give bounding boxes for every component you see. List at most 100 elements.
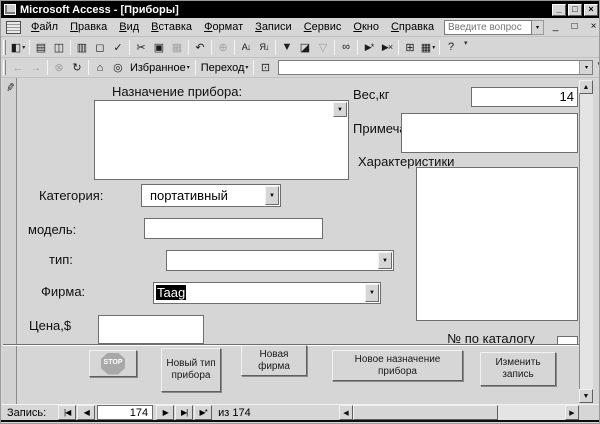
price-label: Цена,$ (29, 318, 71, 333)
form-view-toolbar: ◧▾ ▤ ◫ ▥ ◻ ✓ ✂ ▣ ▦ ↶ ⊕ А↓ Я↓ ▼ ◪ ▽ ∞ ▶* … (1, 37, 600, 58)
doc-close-icon[interactable]: × (586, 21, 600, 34)
purpose-combo[interactable]: ▼ (94, 100, 349, 180)
menu-file[interactable]: Файл (25, 19, 64, 35)
type-label: тип: (49, 252, 73, 267)
stop-sign-icon: STOP (101, 353, 125, 375)
scroll-up-icon[interactable]: ▲ (579, 80, 593, 94)
menu-help[interactable]: Справка (385, 19, 440, 35)
forward-icon: → (27, 59, 45, 76)
stop-button[interactable]: STOP (89, 350, 137, 377)
firm-combo[interactable]: Taag ▼ (153, 282, 381, 304)
show-web-toolbar-icon[interactable]: ⊡ (256, 59, 274, 76)
pencil-icon: ✎ (3, 81, 18, 95)
minimize-icon[interactable]: _ (552, 4, 566, 16)
menu-records[interactable]: Записи (249, 19, 298, 35)
print-icon[interactable]: ▥ (73, 39, 91, 56)
toolbar-grip[interactable] (3, 40, 6, 55)
record-selector-bar[interactable]: ✎ (3, 78, 17, 404)
address-dropdown-icon[interactable]: ▾ (579, 61, 592, 74)
firm-dropdown-icon[interactable]: ▼ (365, 284, 379, 302)
record-count-label: из 174 (212, 407, 251, 419)
type-dropdown-icon[interactable]: ▼ (378, 252, 392, 269)
copy-icon[interactable]: ▣ (150, 39, 168, 56)
delete-record-icon[interactable]: ▶× (378, 39, 396, 56)
filter-by-selection-icon[interactable]: ▼ (278, 39, 296, 56)
toolbar-grip[interactable] (3, 60, 6, 75)
model-field[interactable] (144, 218, 323, 239)
ask-question-input[interactable] (444, 20, 532, 35)
new-purpose-button[interactable]: Новое назначение прибора (332, 350, 463, 381)
sort-descending-icon[interactable]: Я↓ (255, 39, 273, 56)
close-icon[interactable]: × (584, 4, 598, 16)
catalog-label: № по каталогу (421, 331, 561, 344)
last-record-icon[interactable]: ▶| (175, 405, 193, 420)
find-icon[interactable]: ∞ (337, 39, 355, 56)
back-icon: ← (9, 59, 27, 76)
sort-ascending-icon[interactable]: А↓ (237, 39, 255, 56)
doc-restore-icon[interactable]: □ (567, 21, 582, 34)
vertical-scrollbar-track[interactable] (579, 94, 593, 389)
save-icon[interactable]: ▤ (32, 39, 50, 56)
previous-record-icon[interactable]: ◀ (77, 405, 95, 420)
scroll-right-icon[interactable]: ▶ (565, 405, 579, 420)
web-toolbar: ← → ⊗ ↻ ⌂ ◎ Избранное▾ Переход▾ ⊡ ▾ ▾ (1, 58, 600, 78)
new-record-nav-icon[interactable]: ▶* (194, 405, 212, 420)
window-bottom-border (1, 420, 600, 422)
cut-icon[interactable]: ✂ (132, 39, 150, 56)
go-menu[interactable]: Переход▾ (198, 62, 252, 74)
address-combo[interactable]: ▾ (278, 60, 593, 75)
undo-icon[interactable]: ↶ (191, 39, 209, 56)
menu-edit[interactable]: Правка (64, 19, 113, 35)
weight-label: Вес,кг (353, 87, 389, 102)
new-record-icon[interactable]: ▶* (360, 39, 378, 56)
type-combo[interactable]: ▼ (166, 250, 394, 271)
help-icon[interactable]: ? (442, 39, 460, 56)
maximize-icon[interactable]: □ (568, 4, 582, 16)
menu-insert[interactable]: Вставка (145, 19, 198, 35)
form-detail-area: ✎ Назначение прибора: ▼ Вес,кг 14 Примеч… (1, 78, 600, 404)
toolbar-options-icon[interactable]: ▾ (464, 37, 468, 47)
filter-by-form-icon[interactable]: ◪ (296, 39, 314, 56)
firm-label: Фирма: (41, 284, 85, 299)
menu-view[interactable]: Вид (113, 19, 145, 35)
edit-record-button[interactable]: Изменить запись (480, 352, 556, 386)
access-window: Microsoft Access - [Приборы] _ □ × Файл … (0, 0, 600, 424)
doc-minimize-icon[interactable]: _ (548, 21, 563, 34)
new-firm-button[interactable]: Новая фирма (241, 345, 307, 376)
menu-tools[interactable]: Сервис (298, 19, 348, 35)
purpose-label: Назначение прибора: (97, 84, 257, 99)
purpose-dropdown-icon[interactable]: ▼ (333, 102, 347, 117)
view-icon[interactable]: ◧▾ (9, 39, 27, 56)
menu-format[interactable]: Формат (198, 19, 249, 35)
file-search-icon[interactable]: ◫ (50, 39, 68, 56)
record-nav-label: Запись: (1, 407, 50, 419)
database-window-icon[interactable]: ⊞ (401, 39, 419, 56)
horizontal-scrollbar-thumb[interactable] (353, 405, 498, 420)
favorites-menu[interactable]: Избранное▾ (127, 62, 193, 74)
ask-question-dropdown-icon[interactable]: ▾ (532, 20, 544, 35)
apply-filter-icon: ▽ (314, 39, 332, 56)
scroll-down-icon[interactable]: ▼ (579, 389, 593, 403)
access-app-icon (4, 4, 16, 15)
new-object-icon[interactable]: ▦▾ (419, 39, 437, 56)
weight-field[interactable]: 14 (471, 87, 578, 107)
home-icon[interactable]: ⌂ (91, 59, 109, 76)
category-dropdown-icon[interactable]: ▼ (265, 186, 279, 205)
scroll-left-icon[interactable]: ◀ (339, 405, 353, 420)
next-record-icon[interactable]: ▶ (156, 405, 174, 420)
specs-field[interactable] (416, 167, 578, 321)
web-search-icon[interactable]: ◎ (109, 59, 127, 76)
category-combo[interactable]: портативный ▼ (141, 184, 281, 207)
new-device-type-button[interactable]: Новый тип прибора (161, 348, 221, 392)
price-field[interactable] (98, 315, 204, 344)
menu-window[interactable]: Окно (347, 19, 385, 35)
note2-field[interactable] (401, 113, 578, 153)
first-record-icon[interactable]: |◀ (58, 405, 76, 420)
refresh-icon[interactable]: ↻ (68, 59, 86, 76)
spelling-icon[interactable]: ✓ (109, 39, 127, 56)
category-label: Категория: (39, 188, 103, 203)
print-preview-icon[interactable]: ◻ (91, 39, 109, 56)
current-record-input[interactable]: 174 (97, 405, 153, 420)
record-navigation-bar: Запись: |◀ ◀ 174 ▶ ▶| ▶* из 174 ◀ ▶ (1, 404, 600, 420)
paste-icon: ▦ (168, 39, 186, 56)
